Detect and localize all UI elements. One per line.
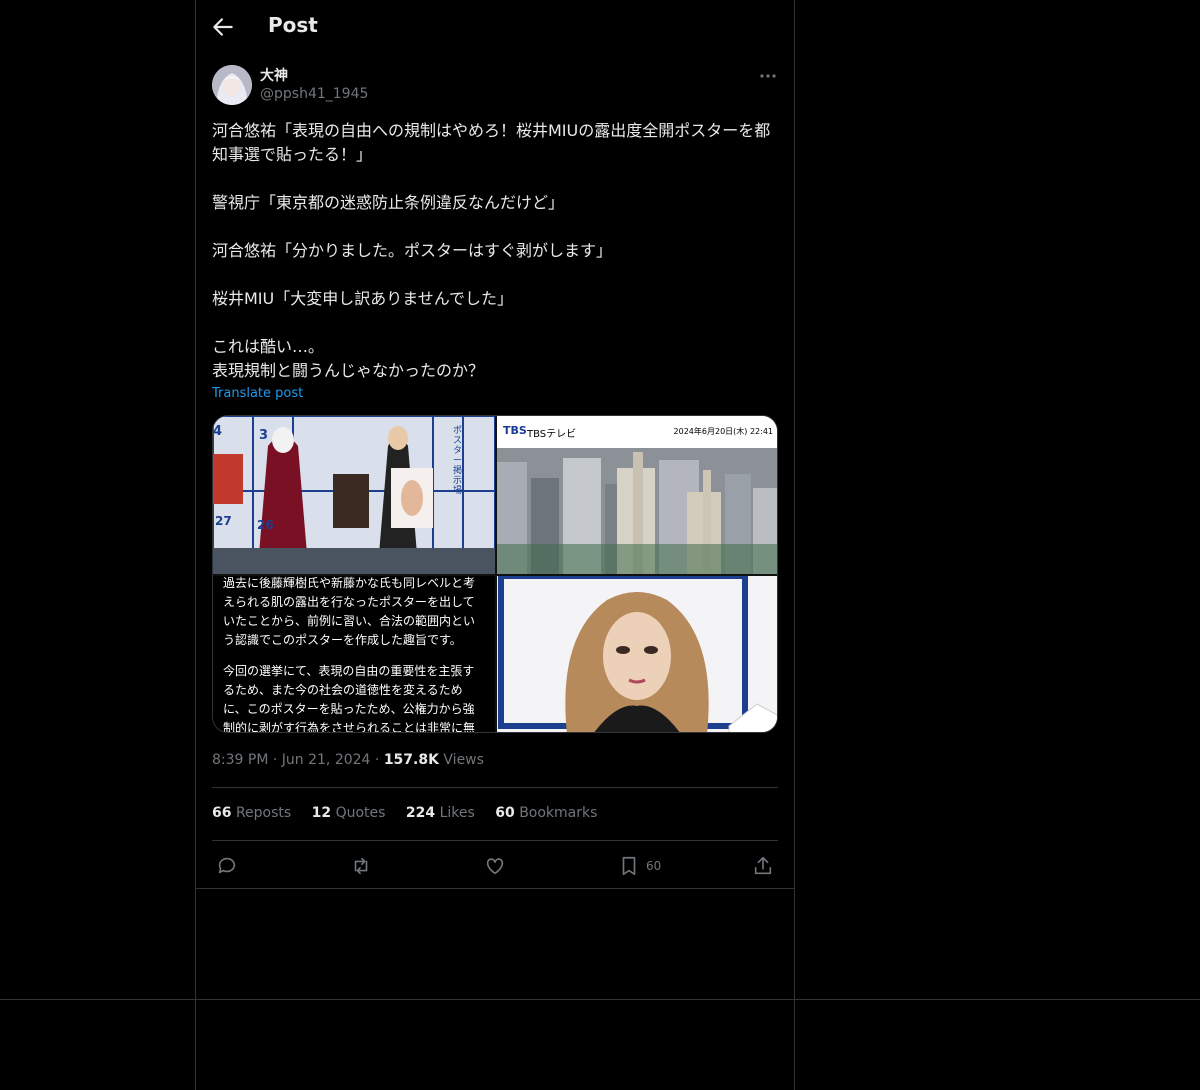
views-count: 157.8K — [383, 752, 439, 768]
share-button[interactable] — [752, 852, 774, 880]
board-number-3: 3 — [259, 428, 269, 443]
likes-stat[interactable]: 224 Likes — [406, 805, 475, 821]
post-header: Post — [196, 0, 794, 53]
city-skyline-image — [497, 448, 777, 574]
like-button[interactable] — [484, 852, 506, 880]
media-photo-poster-board[interactable]: 4 3 27 26 ポスター掲示場 — [213, 416, 495, 574]
board-number-26: 26 — [257, 518, 274, 532]
action-bar: 60 — [212, 852, 778, 880]
post-time[interactable]: 8:39 PM — [212, 752, 268, 768]
bottom-divider — [0, 999, 1200, 1000]
quotes-stat[interactable]: 12 Quotes — [312, 805, 386, 821]
reply-icon — [218, 857, 236, 874]
heart-icon — [486, 858, 504, 875]
author-handle[interactable]: @ppsh41_1945 — [260, 86, 368, 102]
poster-side-text: ポスター掲示場 — [453, 426, 463, 496]
more-options-button[interactable] — [758, 66, 778, 86]
reposts-stat[interactable]: 66 Reposts — [212, 805, 291, 821]
media-grid: 4 3 27 26 ポスター掲示場 TBS TBSテレビ 2024年6月20日(… — [212, 415, 778, 733]
page-title: Post — [268, 13, 318, 37]
board-number-4: 4 — [213, 424, 223, 439]
right-column-border — [794, 0, 795, 1090]
translate-post-link[interactable]: Translate post — [212, 386, 303, 401]
more-horizontal-icon — [760, 74, 776, 78]
repost-icon — [354, 857, 368, 875]
bookmark-icon — [622, 856, 636, 876]
avatar-image — [212, 65, 252, 105]
tbs-broadcast-date: 2024年6月20日(木) 22:41 — [673, 427, 773, 436]
stats-divider — [212, 840, 778, 841]
bookmark-count: 60 — [646, 859, 662, 873]
post-date[interactable]: Jun 21, 2024 — [282, 752, 371, 768]
views-label: Views — [443, 752, 484, 768]
left-column-border — [195, 0, 196, 1090]
portrait-image — [497, 576, 777, 732]
post-meta: 8:39 PM · Jun 21, 2024 · 157.8K Views — [212, 752, 484, 768]
statement-paragraph-1: 過去に後藤輝樹氏や新藤かな氏も同レベルと考えられる肌の露出を行なったポスターを出… — [223, 576, 476, 647]
author-name[interactable]: 大神 — [260, 65, 288, 85]
tbs-channel-name: TBSテレビ — [527, 429, 577, 440]
back-button[interactable] — [210, 14, 236, 40]
tbs-banner: TBS TBSテレビ 2024年6月20日(木) 22:41 — [497, 416, 777, 448]
meta-divider — [212, 787, 778, 788]
statement-paragraph-2: 今回の選挙にて、表現の自由の重要性を主張するため、また今の社会の道徳性を変えるた… — [223, 664, 476, 733]
board-number-27: 27 — [215, 514, 232, 528]
reply-button[interactable] — [216, 852, 238, 880]
tweet-text: 河合悠祐「表現の自由への規制はやめろ！桜井MIUの露出度全開ポスターを都知事選で… — [212, 121, 771, 380]
bookmark-button[interactable]: 60 — [618, 852, 661, 880]
actions-divider — [196, 888, 794, 889]
tbs-logo: TBS — [503, 424, 527, 437]
avatar[interactable] — [212, 65, 252, 105]
media-photo-portrait[interactable] — [497, 576, 777, 732]
media-statement-image[interactable]: 過去に後藤輝樹氏や新藤かな氏も同レベルと考えられる肌の露出を行なったポスターを出… — [213, 576, 495, 733]
engagement-stats: 66 Reposts 12 Quotes 224 Likes 60 Bookma… — [212, 805, 613, 821]
media-photo-tbs-news[interactable]: TBS TBSテレビ 2024年6月20日(木) 22:41 — [497, 416, 777, 574]
arrow-left-icon — [213, 18, 233, 36]
share-icon — [754, 856, 772, 875]
bookmarks-stat[interactable]: 60 Bookmarks — [495, 805, 597, 821]
repost-button[interactable] — [350, 852, 372, 880]
